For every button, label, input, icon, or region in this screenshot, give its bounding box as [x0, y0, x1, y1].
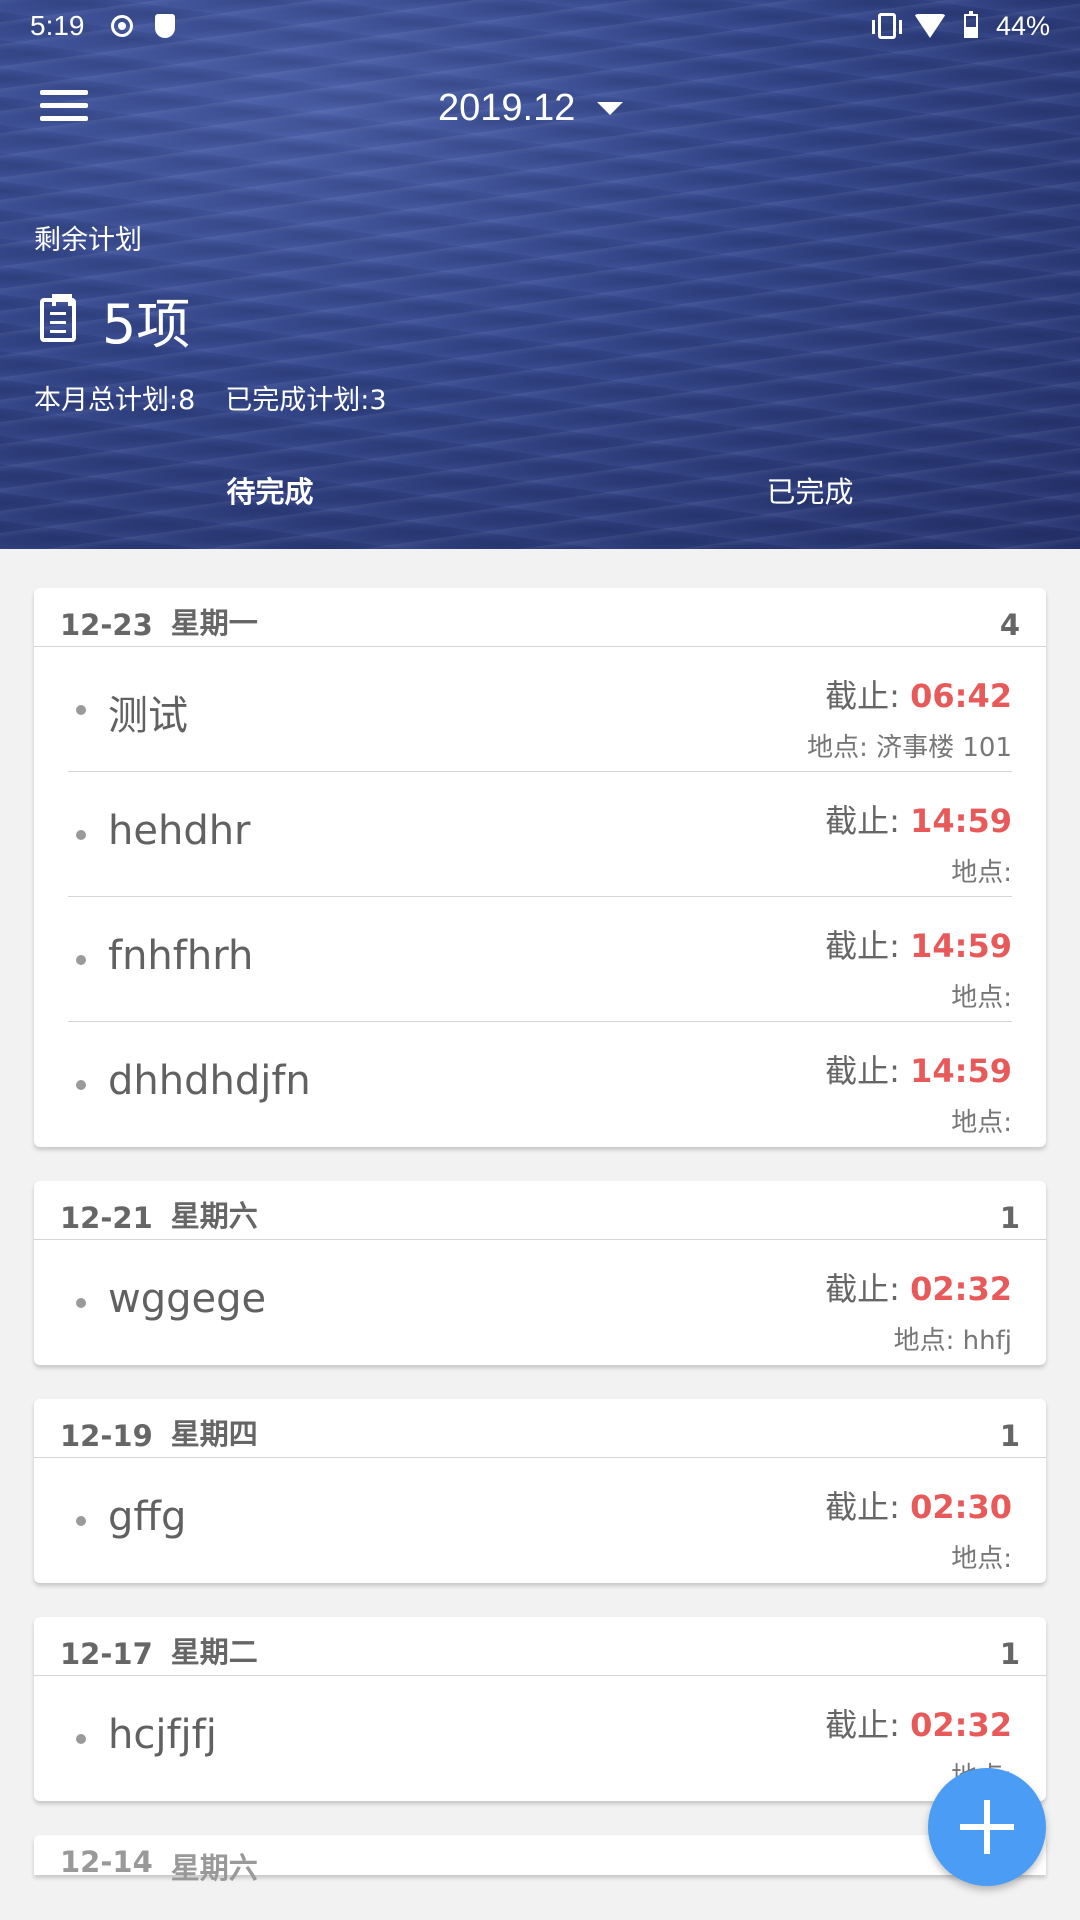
group-weekday: 星期四	[170, 1417, 258, 1451]
toolbar: 2019.12	[0, 52, 1080, 162]
plan-deadline: 截止: 14:59	[825, 796, 1012, 842]
deadline-label: 截止:	[825, 677, 911, 715]
plan-deadline: 截止: 02:32	[825, 1700, 1012, 1746]
group-count: 1	[999, 1637, 1020, 1671]
group-date: 12-19	[60, 1419, 153, 1453]
date-group-card: 12-23 星期一 4 测试 截止: 06:42 地点: 济事楼 101 heh…	[34, 588, 1046, 1147]
bullet-icon	[76, 830, 86, 840]
plan-location: 地点:	[951, 983, 1012, 1013]
battery-percent: 44%	[995, 10, 1050, 41]
deadline-label: 截止:	[825, 927, 911, 965]
deadline-time: 14:59	[910, 927, 1012, 965]
group-count: 4	[999, 608, 1020, 642]
remain-label: 剩余计划	[34, 225, 142, 256]
battery-icon	[963, 11, 978, 38]
deadline-time: 02:30	[910, 1488, 1012, 1526]
bullet-icon	[76, 955, 86, 965]
deadline-label: 截止:	[825, 802, 911, 840]
plan-title: wggege	[108, 1276, 267, 1322]
group-weekday: 星期六	[170, 1851, 258, 1885]
tab-pending[interactable]: 待完成	[0, 462, 540, 522]
group-weekday: 星期一	[170, 606, 258, 640]
bullet-icon	[76, 1298, 86, 1308]
status-bar: 5:19 44%	[0, 0, 1080, 52]
summary-row: 本月总计划:8 已完成计划:3	[34, 378, 387, 417]
date-group-header: 12-23 星期一 4	[34, 588, 1046, 647]
plan-title: hcjfjfj	[108, 1712, 217, 1758]
plan-location: 地点: hhfj	[893, 1326, 1012, 1356]
bullet-icon	[76, 1516, 86, 1526]
group-count: 1	[999, 1419, 1020, 1453]
shield-icon	[154, 14, 175, 38]
plan-item[interactable]: gffg 截止: 02:30 地点:	[68, 1458, 1012, 1583]
plan-location: 地点:	[951, 858, 1012, 888]
deadline-time: 02:32	[910, 1270, 1012, 1308]
date-group-header: 12-14 星期六 1	[34, 1835, 1046, 1885]
group-date: 12-17	[60, 1637, 153, 1671]
deadline-time: 14:59	[910, 1052, 1012, 1090]
deadline-time: 14:59	[910, 802, 1012, 840]
date-group-card: 12-17 星期二 1 hcjfjfj 截止: 02:32 地点:	[34, 1617, 1046, 1801]
caret-down-icon	[597, 101, 624, 115]
group-date: 12-23	[60, 608, 153, 642]
group-weekday: 星期二	[170, 1635, 258, 1669]
plan-deadline: 截止: 02:32	[825, 1264, 1012, 1310]
plan-item[interactable]: dhhdhdjfn 截止: 14:59 地点:	[68, 1022, 1012, 1147]
plan-item[interactable]: wggege 截止: 02:32 地点: hhfj	[68, 1240, 1012, 1365]
hamburger-menu-icon[interactable]	[40, 90, 88, 126]
bullet-icon	[76, 1734, 86, 1744]
remain-row: 5项	[40, 280, 190, 359]
group-weekday: 星期六	[170, 1199, 258, 1233]
deadline-label: 截止:	[825, 1052, 911, 1090]
deadline-label: 截止:	[825, 1270, 911, 1308]
plan-title: dhhdhdjfn	[108, 1058, 311, 1104]
plan-title: fnhfhrh	[108, 933, 254, 979]
plan-deadline: 截止: 02:30	[825, 1482, 1012, 1528]
plan-deadline: 截止: 14:59	[825, 921, 1012, 967]
date-group-header: 12-17 星期二 1	[34, 1617, 1046, 1676]
clipboard-icon	[40, 293, 76, 342]
plan-location: 地点: 济事楼 101	[807, 733, 1012, 763]
plan-item[interactable]: fnhfhrh 截止: 14:59 地点:	[68, 897, 1012, 1022]
date-group-card: 12-21 星期六 1 wggege 截止: 02:32 地点: hhfj	[34, 1181, 1046, 1365]
plan-item[interactable]: hehdhr 截止: 14:59 地点:	[68, 772, 1012, 897]
date-group-header: 12-19 星期四 1	[34, 1399, 1046, 1458]
bullet-icon	[76, 1080, 86, 1090]
location-target-icon	[110, 15, 133, 37]
plan-location: 地点:	[951, 1108, 1012, 1138]
bullet-icon	[76, 705, 86, 715]
date-group-card: 12-14 星期六 1	[34, 1835, 1046, 1885]
plan-deadline: 截止: 14:59	[825, 1046, 1012, 1092]
header: 5:19 44% 2019.12 剩余计划 5项 本月总计划:8 已完成计划:3	[0, 0, 1080, 549]
deadline-label: 截止:	[825, 1488, 911, 1526]
group-date: 12-21	[60, 1201, 153, 1235]
status-time: 5:19	[30, 10, 85, 41]
deadline-time: 02:32	[910, 1706, 1012, 1744]
month-label: 2019.12	[438, 86, 576, 129]
plus-icon[interactable]	[928, 1768, 1046, 1886]
group-count: 1	[999, 1201, 1020, 1235]
plan-location: 地点:	[951, 1544, 1012, 1574]
plan-deadline: 截止: 06:42	[825, 671, 1012, 717]
plan-title: gffg	[108, 1494, 187, 1540]
completed-plans: 已完成计划:3	[225, 385, 387, 416]
deadline-time: 06:42	[910, 677, 1012, 715]
plan-list: 12-23 星期一 4 测试 截止: 06:42 地点: 济事楼 101 heh…	[34, 588, 1046, 1885]
date-group-card: 12-19 星期四 1 gffg 截止: 02:30 地点:	[34, 1399, 1046, 1583]
plan-item[interactable]: hcjfjfj 截止: 02:32 地点:	[68, 1676, 1012, 1801]
deadline-label: 截止:	[825, 1706, 911, 1744]
remain-count: 5项	[102, 293, 191, 356]
plan-item[interactable]: 测试 截止: 06:42 地点: 济事楼 101	[68, 647, 1012, 772]
vibrate-icon	[871, 13, 902, 39]
wifi-icon	[913, 14, 946, 38]
plan-title: 测试	[108, 693, 188, 739]
month-selector[interactable]: 2019.12	[438, 80, 624, 136]
tab-bar: 待完成 已完成	[0, 462, 1080, 522]
plan-title: hehdhr	[108, 808, 251, 854]
group-date: 12-14	[60, 1845, 153, 1879]
tab-completed[interactable]: 已完成	[540, 462, 1080, 522]
date-group-header: 12-21 星期六 1	[34, 1181, 1046, 1240]
total-plans: 本月总计划:8	[34, 385, 196, 416]
